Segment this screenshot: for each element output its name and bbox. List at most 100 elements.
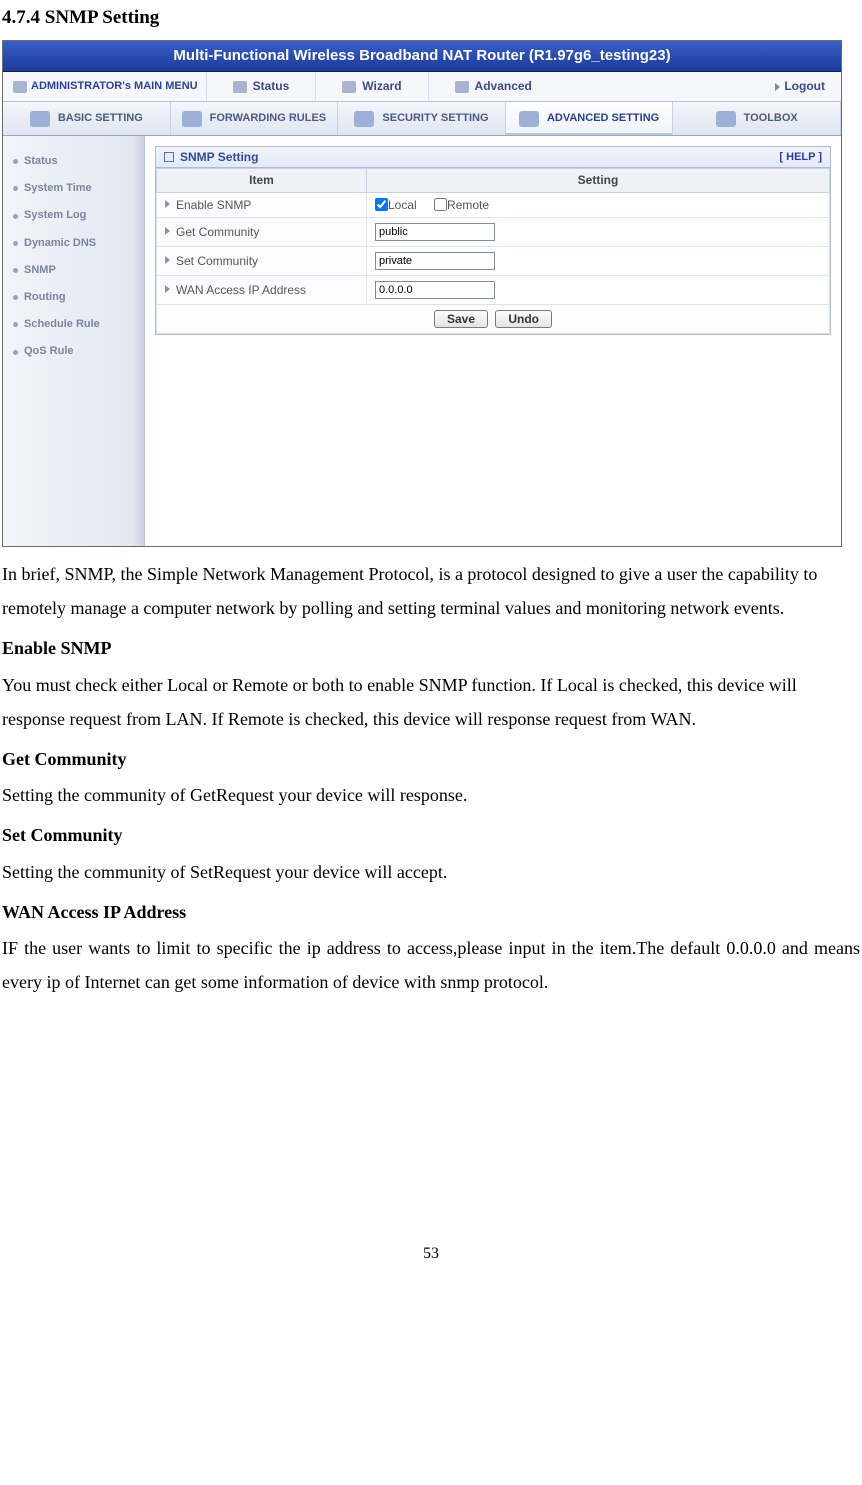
tab-basic-setting[interactable]: BASIC SETTING xyxy=(3,102,171,135)
row-set-community: Set Community xyxy=(157,247,830,276)
sidebar-item-label: System Time xyxy=(24,182,92,195)
menu-advanced-label: Advanced xyxy=(475,79,532,93)
local-label: Local xyxy=(388,198,417,212)
intro-paragraph: In brief, SNMP, the Simple Network Manag… xyxy=(2,557,860,625)
sidebar-item-schedule-rule[interactable]: Schedule Rule xyxy=(3,311,144,338)
tab-row: BASIC SETTING FORWARDING RULES SECURITY … xyxy=(3,102,841,136)
bullet-icon xyxy=(13,241,18,246)
settings-table: Item Setting Enable SNMP Local Remote Ge… xyxy=(156,168,830,334)
window-title: Multi-Functional Wireless Broadband NAT … xyxy=(3,41,841,72)
row-get-community: Get Community xyxy=(157,218,830,247)
menu-wizard-label: Wizard xyxy=(362,79,401,93)
section-heading: 4.7.4 SNMP Setting xyxy=(2,0,860,36)
bullet-icon xyxy=(13,322,18,327)
tab-toolbox-label: TOOLBOX xyxy=(744,112,798,125)
tab-security-label: SECURITY SETTING xyxy=(382,112,488,125)
get-community-input[interactable] xyxy=(375,223,495,241)
basic-setting-icon xyxy=(30,111,50,127)
sidebar-item-status[interactable]: Status xyxy=(3,148,144,175)
menu-status[interactable]: Status xyxy=(206,72,316,101)
remote-checkbox[interactable] xyxy=(434,198,447,211)
enable-snmp-text: Enable SNMP xyxy=(176,198,251,212)
wan-access-input[interactable] xyxy=(375,281,495,299)
para-set-community: Setting the community of SetRequest your… xyxy=(2,855,860,889)
sidebar-item-system-time[interactable]: System Time xyxy=(3,175,144,202)
button-row: Save Undo xyxy=(157,305,830,334)
bullet-icon xyxy=(13,350,18,355)
wan-access-label: WAN Access IP Address xyxy=(157,276,367,305)
triangle-icon xyxy=(165,256,170,264)
router-screenshot: Multi-Functional Wireless Broadband NAT … xyxy=(2,40,842,547)
tab-forwarding-rules[interactable]: FORWARDING RULES xyxy=(171,102,339,135)
sidebar: Status System Time System Log Dynamic DN… xyxy=(3,136,145,546)
enable-snmp-label: Enable SNMP xyxy=(157,192,367,217)
menu-logout[interactable]: Logout xyxy=(765,79,835,93)
tab-toolbox[interactable]: TOOLBOX xyxy=(673,102,841,135)
sidebar-item-qos-rule[interactable]: QoS Rule xyxy=(3,338,144,365)
sidebar-item-snmp[interactable]: SNMP xyxy=(3,257,144,284)
security-icon xyxy=(354,111,374,127)
save-button[interactable]: Save xyxy=(434,310,488,328)
status-icon xyxy=(233,81,247,93)
advanced-icon xyxy=(455,81,469,93)
tab-basic-label: BASIC SETTING xyxy=(58,112,143,125)
menu-wizard[interactable]: Wizard xyxy=(315,72,427,101)
menu-status-label: Status xyxy=(253,79,290,93)
sidebar-item-label: Routing xyxy=(24,291,66,304)
admin-menu-label: ADMINISTRATOR's MAIN MENU xyxy=(9,80,206,93)
sidebar-item-label: Status xyxy=(24,155,58,168)
tab-advanced-setting[interactable]: ADVANCED SETTING xyxy=(506,102,674,135)
triangle-icon xyxy=(165,285,170,293)
panel-header: SNMP Setting [ HELP ] xyxy=(156,147,830,168)
undo-button[interactable]: Undo xyxy=(495,310,552,328)
sidebar-item-system-log[interactable]: System Log xyxy=(3,202,144,229)
help-link[interactable]: [ HELP ] xyxy=(779,151,822,164)
snmp-panel: SNMP Setting [ HELP ] Item Setting Enabl… xyxy=(155,146,831,335)
tab-advanced-label: ADVANCED SETTING xyxy=(547,112,659,125)
bullet-icon xyxy=(13,295,18,300)
enable-snmp-value: Local Remote xyxy=(367,192,830,217)
triangle-icon xyxy=(165,200,170,208)
set-community-label: Set Community xyxy=(157,247,367,276)
bullet-icon xyxy=(13,268,18,273)
col-setting: Setting xyxy=(367,169,830,192)
sidebar-item-label: SNMP xyxy=(24,264,56,277)
remote-label: Remote xyxy=(447,198,489,212)
panel-box-icon xyxy=(164,152,174,162)
tab-security-setting[interactable]: SECURITY SETTING xyxy=(338,102,506,135)
sidebar-item-label: Dynamic DNS xyxy=(24,237,96,250)
local-checkbox[interactable] xyxy=(375,198,388,211)
heading-enable-snmp: Enable SNMP xyxy=(2,631,860,665)
menu-logout-label: Logout xyxy=(784,79,825,93)
panel-title: SNMP Setting xyxy=(180,150,258,164)
set-community-text: Set Community xyxy=(176,254,258,268)
heading-wan-access: WAN Access IP Address xyxy=(2,895,860,929)
main-menu-bar: ADMINISTRATOR's MAIN MENU Status Wizard … xyxy=(3,72,841,102)
content-area: SNMP Setting [ HELP ] Item Setting Enabl… xyxy=(145,136,841,546)
home-icon xyxy=(13,81,27,93)
sidebar-item-routing[interactable]: Routing xyxy=(3,284,144,311)
heading-set-community: Set Community xyxy=(2,818,860,852)
sidebar-item-dynamic-dns[interactable]: Dynamic DNS xyxy=(3,230,144,257)
wizard-icon xyxy=(342,81,356,93)
set-community-input[interactable] xyxy=(375,252,495,270)
menu-advanced[interactable]: Advanced xyxy=(428,72,558,101)
admin-text: ADMINISTRATOR's MAIN MENU xyxy=(31,80,198,93)
tab-forwarding-label: FORWARDING RULES xyxy=(210,112,327,125)
row-enable-snmp: Enable SNMP Local Remote xyxy=(157,192,830,217)
sidebar-item-label: System Log xyxy=(24,209,86,222)
para-wan-access: IF the user wants to limit to specific t… xyxy=(2,931,860,999)
bullet-icon xyxy=(13,186,18,191)
arrow-right-icon xyxy=(775,83,780,91)
toolbox-icon xyxy=(716,111,736,127)
page-number: 53 xyxy=(2,1239,860,1269)
para-enable-snmp: You must check either Local or Remote or… xyxy=(2,668,860,736)
heading-get-community: Get Community xyxy=(2,742,860,776)
forwarding-icon xyxy=(182,111,202,127)
triangle-icon xyxy=(165,227,170,235)
advanced-setting-icon xyxy=(519,111,539,127)
sidebar-item-label: Schedule Rule xyxy=(24,318,100,331)
col-item: Item xyxy=(157,169,367,192)
bullet-icon xyxy=(13,159,18,164)
get-community-text: Get Community xyxy=(176,225,259,239)
